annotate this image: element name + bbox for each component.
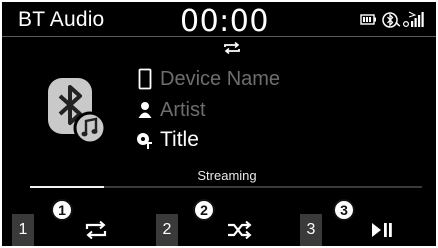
track-title: Title (160, 128, 199, 151)
status-icons (360, 11, 424, 28)
clock: 00:00 (180, 4, 269, 39)
play-pause-icon (372, 223, 392, 237)
device-row: Device Name (136, 66, 280, 92)
person-icon (136, 99, 154, 121)
progress-bar[interactable] (30, 186, 422, 188)
progress-fill (30, 186, 105, 188)
preset-number-3: 3 (300, 214, 322, 246)
signal-icon (402, 11, 424, 28)
repeat-icon (85, 221, 107, 239)
header-divider (2, 36, 436, 37)
music-note-icon (136, 129, 154, 151)
preset-number-2: 2 (156, 214, 178, 246)
shuffle-icon (228, 221, 252, 239)
preset-number-1: 1 (12, 214, 34, 246)
repeat-indicator-icon (224, 42, 240, 54)
bluetooth-phone-icon (382, 12, 401, 28)
callout-2: 2 (193, 199, 215, 221)
battery-icon (360, 14, 376, 25)
app-title: BT Audio (18, 8, 105, 31)
artist-row: Artist (136, 97, 206, 123)
callout-1: 1 (51, 199, 73, 221)
artist-name: Artist (160, 98, 206, 121)
title-row: Title (136, 127, 199, 153)
phone-icon (136, 68, 154, 90)
callout-3: 3 (333, 199, 355, 221)
streaming-status: Streaming (197, 168, 257, 183)
bluetooth-music-icon (48, 78, 107, 145)
device-name: Device Name (160, 67, 281, 90)
